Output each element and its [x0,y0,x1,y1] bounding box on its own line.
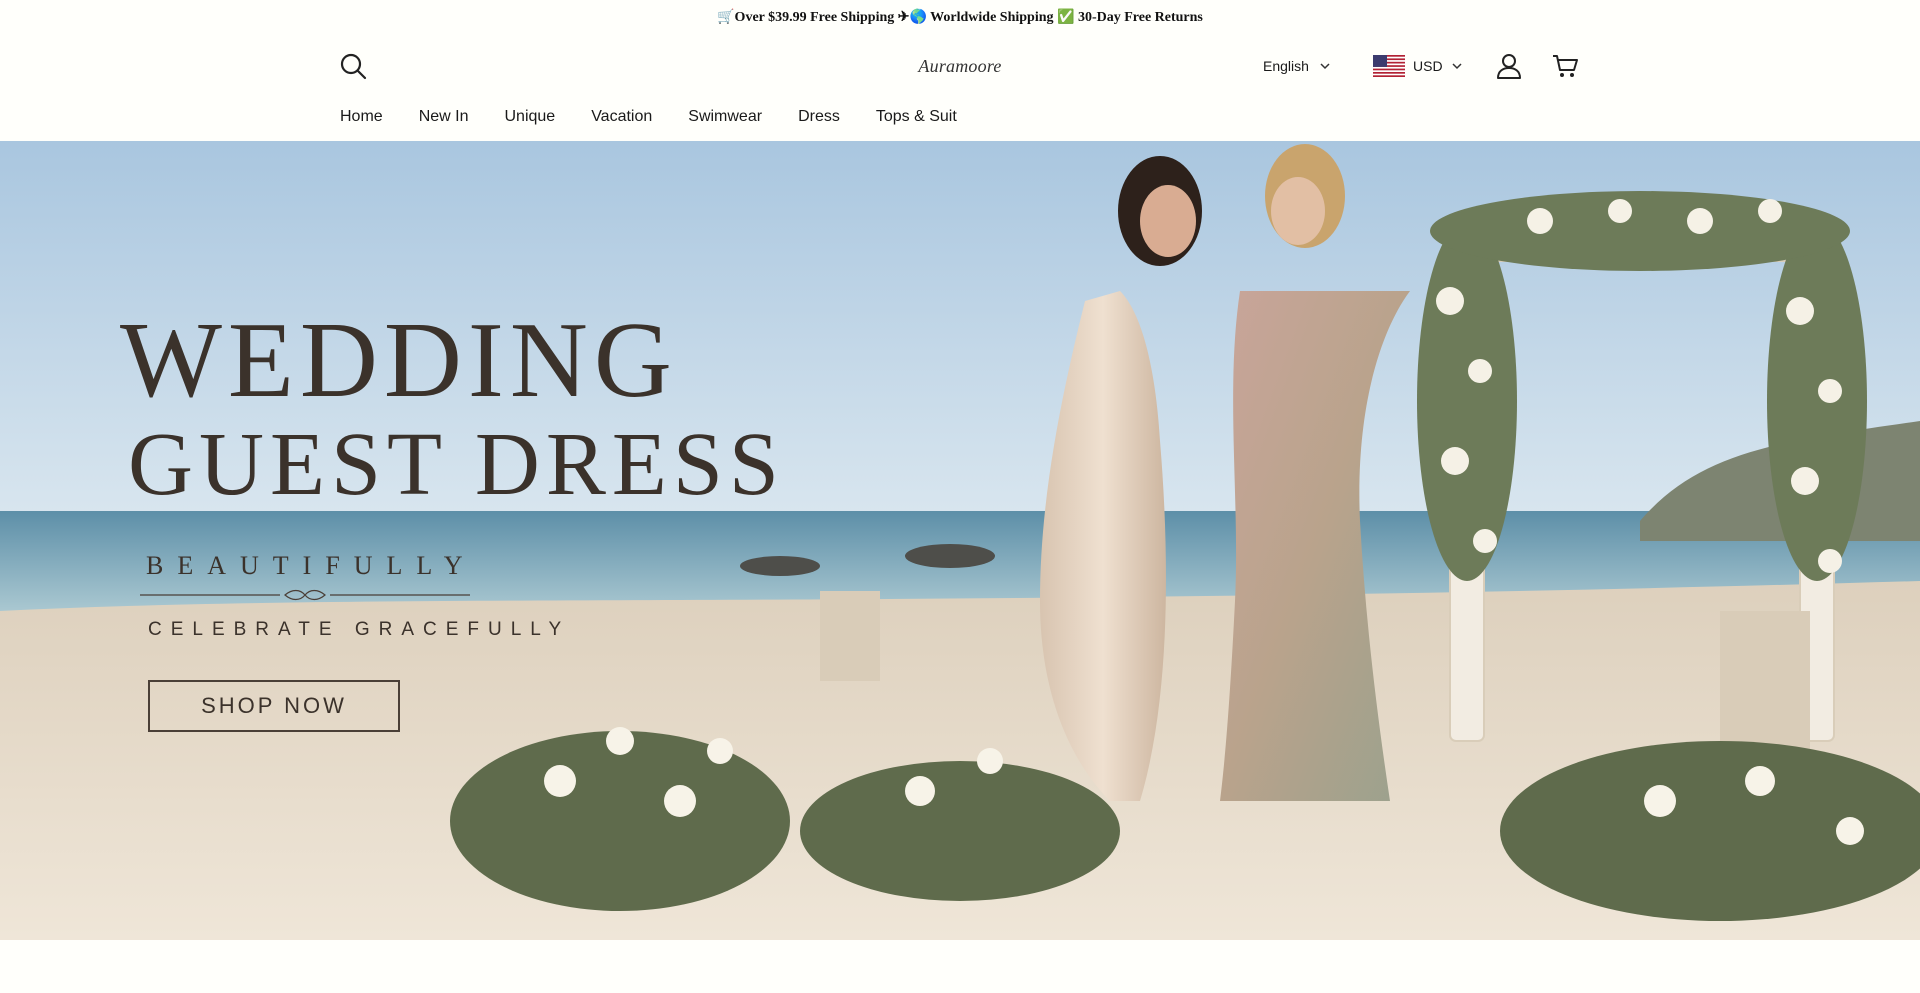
hero-image [0,141,1920,940]
search-button[interactable] [337,50,369,82]
hero-subtitle-line2: CELEBRATE GRACEFULLY [148,619,571,640]
nav-item-vacation[interactable]: Vacation [591,108,652,126]
page-below-hero [0,940,1920,993]
hero-subtitle-line1: BEAUTIFULLY [146,551,477,580]
account-button[interactable] [1492,49,1526,83]
currency-selector[interactable]: USD [1373,53,1463,79]
user-icon [1497,54,1521,79]
main-nav: Home New In Unique Vacation Swimwear Dre… [340,101,993,133]
site-header: Auramoore English USD Home New In Unique… [0,34,1920,141]
nav-item-tops-suit[interactable]: Tops & Suit [876,108,957,126]
language-value: English [1263,58,1309,74]
cart-button[interactable] [1548,49,1582,83]
us-flag-icon [1373,55,1405,77]
ornament-divider-icon [140,589,470,601]
hero-banner[interactable]: WEDDING GUEST DRESS BEAUTIFULLY CELEBRAT… [0,141,1920,940]
shop-now-button[interactable]: SHOP NOW [148,680,400,732]
announcement-bar: 🛒Over $39.99 Free Shipping ✈🌎 Worldwide … [0,0,1920,34]
announcement-text: 🛒Over $39.99 Free Shipping ✈🌎 Worldwide … [717,9,1203,25]
hero-title-line1: WEDDING [120,301,678,420]
language-selector[interactable]: English [1263,54,1331,78]
hero-title-line2: GUEST DRESS [128,415,785,514]
nav-item-dress[interactable]: Dress [798,108,840,126]
nav-item-home[interactable]: Home [340,108,383,126]
cart-icon [1553,55,1578,77]
search-icon [340,53,367,80]
currency-value: USD [1413,58,1443,74]
chevron-down-icon [1320,63,1330,70]
site-logo[interactable]: Auramoore [900,52,1020,80]
chevron-down-icon [1452,63,1462,70]
nav-item-new-in[interactable]: New In [419,108,469,126]
nav-item-unique[interactable]: Unique [504,108,555,126]
nav-item-swimwear[interactable]: Swimwear [688,108,762,126]
